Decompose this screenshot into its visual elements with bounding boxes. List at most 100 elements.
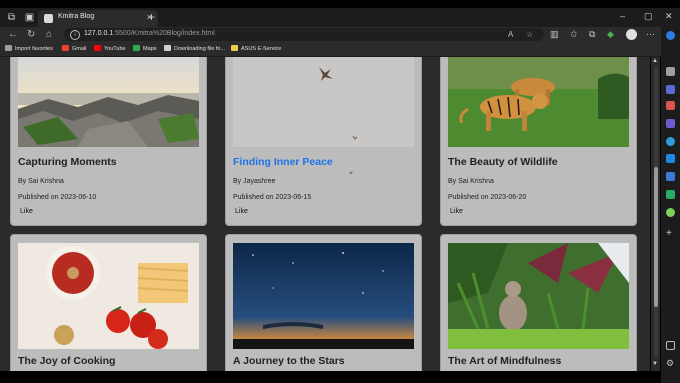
favorite-star-icon[interactable]: ☆ [526,30,533,39]
like-button[interactable]: Like [20,208,33,215]
post-author: By Sai Krishna [18,178,64,185]
bird-in-sky-image [233,57,414,147]
bookmark-maps[interactable]: Maps [133,45,156,54]
post-image-bird [233,57,414,147]
address-bar[interactable]: i 127.0.0.1:5500/Kmitra%20Blog/index.htm… [64,28,544,41]
post-card[interactable]: Finding Inner Peace By Jayashree Publish… [226,57,421,225]
add-app-icon[interactable]: + [666,229,675,239]
post-image-cooking [18,243,199,349]
post-image-landscape [18,57,199,147]
post-author: By Sai Krishna [448,178,494,185]
post-image-stars [233,243,414,349]
folder-icon [231,45,238,51]
more-options-icon[interactable]: ⋯ [646,29,655,40]
profile-avatar[interactable] [626,29,637,40]
games-icon[interactable] [666,101,675,110]
bookmark-downloading[interactable]: Downloading file fo... [164,45,225,54]
like-button[interactable]: Like [235,208,248,215]
post-date: Published on 2023-06-10 [18,194,97,201]
seaside-rocks-image [18,57,199,147]
post-title[interactable]: The Joy of Cooking [18,355,115,367]
blog-page: Capturing Moments By Sai Krishna Publish… [0,57,650,371]
search-icon[interactable] [666,67,675,76]
maximize-button[interactable]: ▢ [644,11,653,22]
night-sky-image [233,243,414,349]
refresh-icon[interactable]: ↻ [27,29,35,41]
bookmark-youtube[interactable]: YouTube [94,45,126,54]
tools-icon[interactable] [666,85,675,94]
site-info-icon[interactable]: i [70,30,80,40]
bookmark-label: Downloading file fo... [174,46,226,52]
post-image-tigers [448,57,629,147]
split-screen-icon[interactable]: ▥ [550,29,559,40]
office-icon[interactable] [666,154,675,163]
post-title-link[interactable]: Finding Inner Peace [233,156,333,168]
post-image-buddha [448,243,629,349]
workspaces-icon[interactable]: ⧉ [6,12,17,23]
minimize-button[interactable]: – [620,11,625,21]
url-text[interactable]: 127.0.0.1:5500/Kmitra%20Blog/index.html [84,30,215,37]
post-card[interactable]: A Journey to the Stars [226,235,421,371]
sidebar-toggle-icon[interactable] [666,341,675,350]
scroll-down-arrow-icon[interactable]: ▼ [652,361,658,367]
gmail-icon [62,45,69,51]
post-title[interactable]: Capturing Moments [18,156,117,168]
post-author: By Jayashree [233,178,276,185]
bookmark-label: Gmail [72,46,87,52]
cooking-ingredients-image [18,243,199,349]
bookmark-label: Maps [143,46,157,52]
tab-kmitra-blog[interactable]: Kmitra Blog × [38,10,158,27]
import-icon [5,45,12,51]
youtube-icon [94,45,101,51]
new-tab-button[interactable]: + [148,10,155,24]
bookmark-label: ASUS E-Service [241,46,282,52]
collections-icon[interactable]: ⧉ [589,29,595,40]
navigation-bar: ← ↻ ⌂ i 127.0.0.1:5500/Kmitra%20Blog/ind… [0,27,680,43]
post-card[interactable]: The Art of Mindfulness [441,235,636,371]
extension-icon[interactable]: ◆ [607,29,614,40]
copilot-icon[interactable] [666,31,675,40]
bookmark-label: Import favorites [15,46,53,52]
scroll-thumb[interactable] [654,167,658,307]
designer-icon[interactable] [666,208,675,217]
post-date: Published on 2023-06-20 [448,194,527,201]
back-arrow-icon[interactable]: ← [8,29,18,41]
window-bottom-edge [0,371,661,383]
bookmarks-bar: Import favorites Gmail YouTube Maps Down… [0,43,680,57]
favorites-icon[interactable]: ✩ [570,29,578,40]
outlook-icon[interactable] [666,137,675,146]
bookmark-asus[interactable]: ASUS E-Service [231,45,281,54]
post-title[interactable]: A Journey to the Stars [233,355,345,367]
url-host: 127.0.0.1 [84,30,114,37]
tigers-image [448,57,629,147]
bookmark-import-favorites[interactable]: Import favorites [5,45,53,54]
url-path: :5500/Kmitra%20Blog/index.html [113,30,215,37]
post-date: Published on 2023-06-15 [233,194,312,201]
mouse-cursor-icon: ⌖ [349,170,353,177]
shopping-icon[interactable] [666,119,675,128]
post-card[interactable]: Capturing Moments By Sai Krishna Publish… [11,57,206,225]
tab-actions-icon[interactable]: ▣ [24,12,35,23]
home-icon[interactable]: ⌂ [46,29,52,41]
settings-gear-icon[interactable]: ⚙ [666,359,675,368]
like-button[interactable]: Like [450,208,463,215]
scroll-up-arrow-icon[interactable]: ▲ [652,58,658,64]
bookmark-label: YouTube [104,46,126,52]
send-icon[interactable] [666,172,675,181]
maps-icon [133,45,140,51]
edge-sidebar: + ⚙ [661,27,680,383]
tab-title: Kmitra Blog [58,13,95,20]
drop-icon[interactable] [666,190,675,199]
post-card[interactable]: The Joy of Cooking [11,235,206,371]
buddha-garden-image [448,243,629,349]
post-title[interactable]: The Beauty of Wildlife [448,156,558,168]
read-aloud-icon[interactable]: A [508,30,513,39]
post-card[interactable]: The Beauty of Wildlife By Sai Krishna Pu… [441,57,636,225]
bookmark-gmail[interactable]: Gmail [62,45,86,54]
page-scrollbar[interactable]: ▲ ▼ [651,57,660,371]
page-icon [164,45,171,51]
browser-window: ⧉ ▣ Kmitra Blog × + – ▢ ✕ ← ↻ ⌂ i 127.0.… [0,0,680,383]
close-window-button[interactable]: ✕ [665,11,673,22]
tab-bar: ⧉ ▣ Kmitra Blog × + – ▢ ✕ [0,8,680,27]
post-title[interactable]: The Art of Mindfulness [448,355,561,367]
